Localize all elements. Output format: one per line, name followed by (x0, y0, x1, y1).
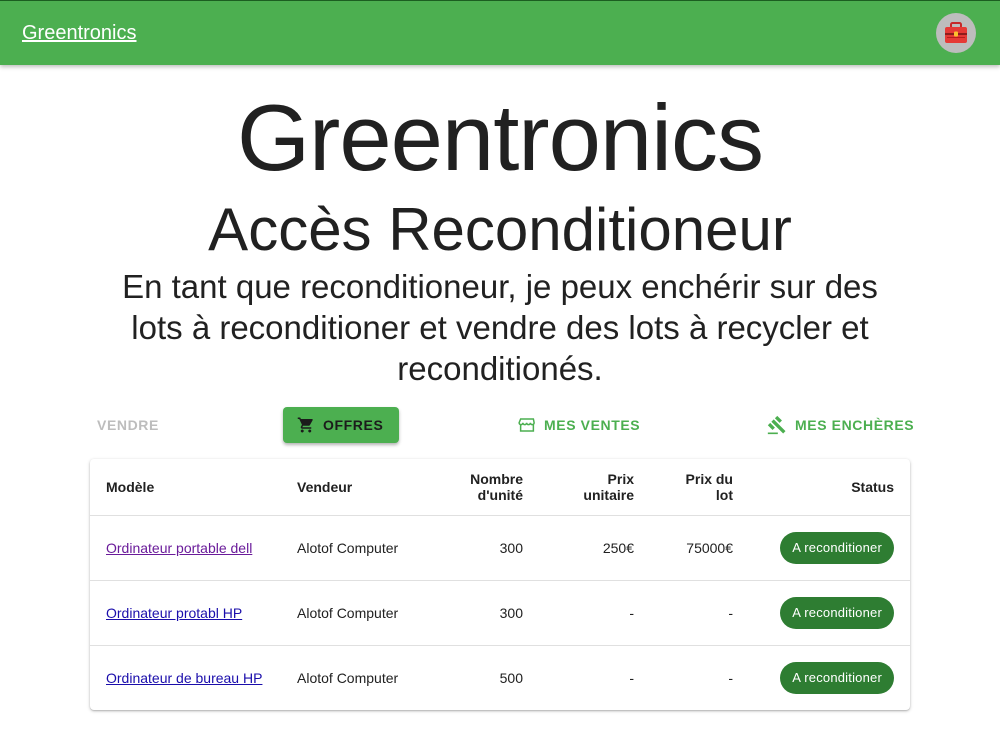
page-description: En tant que reconditioneur, je peux ench… (122, 268, 878, 387)
nav-sell-label: Vendre (97, 417, 159, 433)
nav-my-bids-button[interactable]: Mes enchères (759, 407, 922, 443)
nav-sell-button[interactable]: Vendre (89, 407, 167, 443)
units-cell: 300 (422, 580, 539, 646)
col-seller-header: Vendeur (281, 459, 422, 516)
col-units-header: Nombre d'unité (422, 459, 539, 516)
seller-cell: Alotof Computer (281, 580, 422, 646)
model-link[interactable]: Ordinateur portable dell (106, 540, 252, 556)
unit-price-cell: 250€ (539, 515, 650, 581)
nav-offers-label: Offres (323, 417, 384, 433)
col-unit-price-header: Prix unitaire (539, 459, 650, 516)
status-badge[interactable]: A reconditioner (780, 596, 894, 629)
brand-link[interactable]: Greentronics (22, 22, 137, 45)
model-link[interactable]: Ordinateur de bureau HP (106, 670, 262, 686)
app-bar: Greentronics (0, 0, 1000, 65)
unit-price-cell: - (629, 669, 634, 686)
page-title: Greentronics (236, 85, 764, 190)
lot-price-cell: - (728, 669, 733, 686)
toolbox-icon (945, 22, 967, 43)
table-row: Ordinateur protabl HP Alotof Computer 30… (90, 580, 910, 646)
units-cell: 500 (499, 669, 523, 686)
offers-table-card: Modèle Vendeur Nombre d'unité Prix unita… (90, 459, 910, 710)
nav-my-bids-label: Mes enchères (795, 417, 915, 433)
table-row: Ordinateur portable dell Alotof Computer… (90, 515, 910, 581)
units-cell: 300 (422, 515, 539, 581)
lot-price-cell: 75000€ (650, 515, 749, 581)
col-model-header: Modèle (90, 459, 281, 516)
table-row: Ordinateur de bureau HP Alotof Computer … (90, 645, 910, 710)
col-status-header: Status (749, 459, 910, 516)
status-badge[interactable]: A reconditioner (780, 661, 894, 694)
col-lot-price-header: Prix du lot (650, 459, 749, 516)
page-subtitle: Accès Reconditioneur (208, 196, 792, 263)
unit-price-cell: - (539, 580, 650, 646)
table-header-row: Modèle Vendeur Nombre d'unité Prix unita… (90, 459, 910, 516)
section-nav: Vendre Offres Mes ventes Mes enchères (0, 407, 1000, 443)
status-badge[interactable]: A reconditioner (780, 531, 894, 564)
nav-my-sales-label: Mes ventes (544, 417, 641, 433)
model-link[interactable]: Ordinateur protabl HP (106, 605, 242, 621)
seller-cell: Alotof Computer (297, 669, 399, 686)
nav-offers-button[interactable]: Offres (283, 407, 400, 443)
nav-my-sales-button[interactable]: Mes ventes (510, 407, 648, 443)
seller-cell: Alotof Computer (281, 515, 422, 581)
offers-table: Modèle Vendeur Nombre d'unité Prix unita… (90, 459, 910, 710)
gavel-icon (767, 415, 786, 435)
storefront-icon (518, 418, 535, 432)
cart-icon (297, 417, 313, 433)
lot-price-cell: - (650, 580, 749, 646)
user-avatar[interactable] (936, 13, 976, 53)
